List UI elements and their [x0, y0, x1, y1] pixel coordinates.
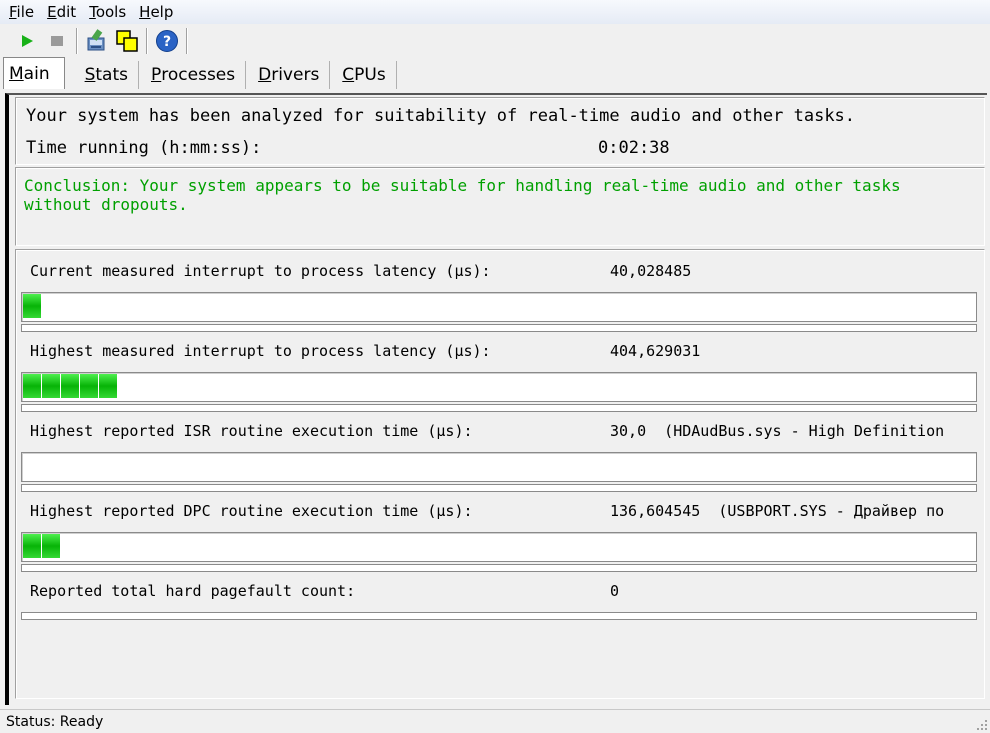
menu-help[interactable]: Help — [130, 3, 177, 21]
pagefault-value: 0 — [610, 582, 620, 600]
bar-segment — [42, 374, 60, 398]
highest-latency-label: Highest measured interrupt to process la… — [30, 342, 491, 360]
bar-fill — [23, 534, 61, 558]
resize-grip-icon[interactable] — [976, 719, 988, 731]
analysis-message: Your system has been analyzed for suitab… — [26, 106, 856, 126]
tab-strip: Main Stats Processes Drivers C PUs — [0, 57, 990, 89]
stop-button[interactable] — [42, 26, 72, 56]
toolbar-separator — [186, 28, 188, 54]
bar-segment — [80, 374, 98, 398]
dpc-time-label: Highest reported DPC routine execution t… — [30, 502, 473, 520]
play-icon — [22, 35, 33, 47]
scroll-track — [21, 404, 977, 412]
status-bar: Status: Ready — [0, 709, 990, 733]
bar-segment — [42, 534, 60, 558]
isr-time-value: 30,0 (HDAudBus.sys - High Definition — [610, 422, 945, 440]
tab-cpus[interactable]: C PUs — [330, 61, 397, 89]
menu-file[interactable]: File — [0, 3, 38, 21]
bar-segment — [23, 294, 41, 318]
tab-stats[interactable]: Stats — [73, 61, 139, 89]
main-panel: Your system has been analyzed for suitab… — [5, 93, 987, 705]
conclusion-panel: Conclusion: Your system appears to be su… — [15, 167, 985, 246]
highest-latency-value: 404,629031 — [610, 342, 701, 360]
scroll-track — [21, 324, 977, 332]
toolbar-separator — [146, 28, 148, 54]
status-text: Status: Ready — [6, 713, 104, 730]
scroll-track — [21, 564, 977, 572]
pagefault-label: Reported total hard pagefault count: — [30, 582, 356, 600]
bar-segment — [99, 374, 117, 398]
bar-segment — [23, 534, 41, 558]
current-latency-label: Current measured interrupt to process la… — [30, 262, 491, 280]
dpc-time-bar — [21, 532, 977, 562]
bar-fill — [23, 374, 118, 398]
svg-text:?: ? — [163, 34, 171, 50]
tab-drivers[interactable]: Drivers — [246, 61, 331, 89]
time-running-label: Time running (h:mm:ss): — [26, 138, 262, 158]
toolbar-separator — [76, 28, 78, 54]
tab-main[interactable]: Main — [3, 57, 65, 89]
current-latency-bar — [21, 292, 977, 322]
toolbar: ? — [0, 25, 990, 57]
windows-button[interactable] — [112, 26, 142, 56]
help-button[interactable]: ? — [152, 26, 182, 56]
stop-icon — [51, 36, 63, 46]
scroll-track — [21, 484, 977, 492]
time-running-value: 0:02:38 — [598, 138, 670, 158]
driver-button[interactable] — [82, 26, 112, 56]
menu-tools[interactable]: Tools — [80, 3, 130, 21]
tab-processes[interactable]: Processes — [139, 61, 247, 89]
current-latency-value: 40,028485 — [610, 262, 692, 280]
windows-icon — [116, 30, 138, 52]
find-driver-icon — [87, 29, 105, 51]
scroll-track — [21, 612, 977, 620]
isr-time-label: Highest reported ISR routine execution t… — [30, 422, 473, 440]
bar-segment — [23, 374, 41, 398]
bar-segment — [61, 374, 79, 398]
bar-fill — [23, 294, 42, 318]
start-button[interactable] — [12, 26, 42, 56]
dpc-time-value: 136,604545 (USBPORT.SYS - Драйвер по — [610, 502, 945, 520]
summary-panel: Your system has been analyzed for suitab… — [15, 97, 985, 165]
menu-edit[interactable]: Edit — [38, 3, 80, 21]
metrics-panel: Current measured interrupt to process la… — [15, 249, 985, 699]
help-icon: ? — [156, 30, 178, 52]
isr-time-bar — [21, 452, 977, 482]
menu-bar: File Edit Tools Help — [0, 0, 990, 24]
conclusion-text: Conclusion: Your system appears to be su… — [24, 176, 901, 214]
highest-latency-bar — [21, 372, 977, 402]
